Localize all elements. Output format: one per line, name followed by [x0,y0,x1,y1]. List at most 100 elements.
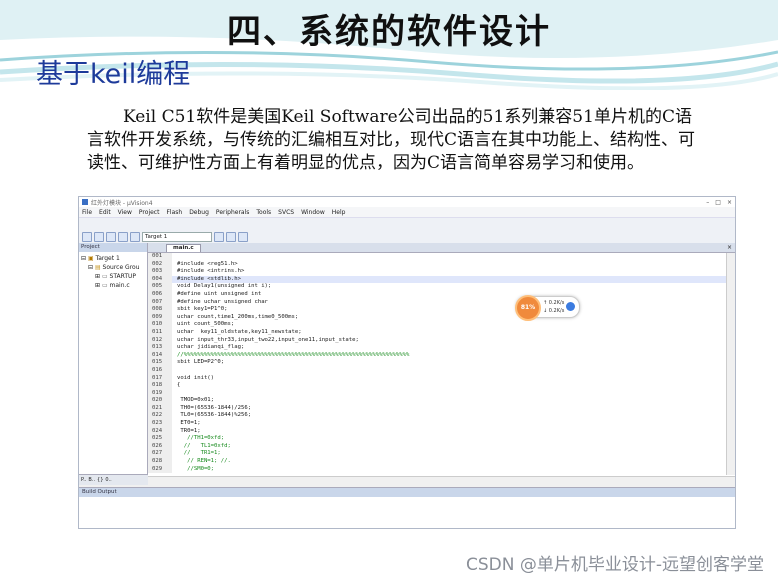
tree-item-target[interactable]: ⊟ ▣ Target 1 [81,254,147,263]
build-icon[interactable] [94,232,104,242]
code-text: TR0=1; [177,427,201,434]
code-line: 029 //SM0=0; [148,465,726,474]
code-area[interactable]: 001 002 #include <reg51.h> 003 #include <int… [148,253,726,475]
download-speed: ↓ 0.2K/s [543,308,565,314]
line-number: 028 [148,458,172,466]
tab-project[interactable]: P.. [81,475,86,485]
maximize-button[interactable]: □ [715,199,721,206]
line-number: 006 [148,290,172,299]
menu-debug[interactable]: Debug [189,209,209,216]
code-line: 006 #define uint unsigned int [148,290,726,299]
code-line: 017 void init() [148,374,726,383]
line-number: 007 [148,298,172,307]
line-number: 002 [148,260,172,269]
code-text: // REN=1; //. [177,458,231,465]
menu-flash[interactable]: Flash [166,209,182,216]
close-button[interactable]: × [727,199,732,206]
editor-close-icon[interactable]: × [727,243,732,252]
line-number: 001 [148,253,172,261]
horizontal-scrollbar[interactable] [148,476,735,485]
tab-templates[interactable]: 0.. [105,475,111,485]
code-text: //SM0=0; [177,465,215,472]
line-number: 010 [148,321,172,329]
upload-speed: ↑ 0.2K/s [543,300,565,306]
line-number: 012 [148,336,172,345]
line-number: 019 [148,389,172,398]
line-number: 029 [148,465,172,474]
options-icon[interactable] [214,232,224,242]
code-line: 015 sbit LED=P2^0; [148,359,726,367]
code-line: 004 #include <stdlib.h> [148,275,726,284]
code-text: #define uint unsigned int [177,290,262,297]
tree-item-source-group[interactable]: ⊟ ▤ Source Grou [81,263,147,272]
tab-books[interactable]: B.. [88,475,95,485]
target-select[interactable]: Target 1 [142,232,212,242]
menu-edit[interactable]: Edit [99,209,111,216]
line-number: 022 [148,412,172,421]
line-number: 005 [148,283,172,291]
menu-project[interactable]: Project [139,209,160,216]
upload-speed-value: 0.2K/s [548,300,565,306]
watermark: CSDN @单片机毕业设计-远望创客学堂 [465,555,764,575]
code-line: 013 uchar jidianqi_flag; [148,344,726,352]
line-number: 024 [148,427,172,436]
code-text: sbit key1=P1^0; [177,306,228,313]
code-line: 022 TL0=(65536-1844)%256; [148,412,726,421]
tree-item-main-c[interactable]: ⊞ ▭ main.c [81,281,147,290]
usage-ring: 81% [515,295,541,321]
project-pane-tabs: P.. B.. {} 0.. [79,474,149,485]
code-line: 021 TH0=(65536-1844)/256; [148,404,726,413]
window-titlebar: 红外灯模块 - µVision4 – □ × [79,197,735,207]
rebuild-icon[interactable] [106,232,116,242]
manage-components-icon[interactable] [226,232,236,242]
batch-build-icon[interactable] [118,232,128,242]
code-text: void init() [177,374,215,381]
menu-file[interactable]: File [82,209,92,216]
menu-help[interactable]: Help [332,209,346,216]
tree-item-startup[interactable]: ⊞ ▭ STARTUP [81,272,147,281]
line-number: 027 [148,450,172,459]
menu-window[interactable]: Window [301,209,325,216]
line-number: 018 [148,382,172,390]
code-line: 010 uint count_500ms; [148,321,726,329]
code-text: void Delay1(unsigned int i); [177,283,272,290]
code-line: 020 TMOD=0x01; [148,397,726,405]
code-line: 026 // TL1=0xfd; [148,442,726,451]
tab-functions[interactable]: {} [97,475,103,485]
code-line: 025 //TH1=0xfd; [148,435,726,443]
code-line: 019 [148,389,726,398]
line-number: 009 [148,313,172,322]
menu-view[interactable]: View [118,209,132,216]
build-output-header: Build Output [79,488,735,497]
download-icon[interactable] [130,232,140,242]
code-line: 003 #include <intrins.h> [148,268,726,276]
code-text: #include <stdlib.h> [175,275,241,284]
code-line: 009 uchar count,time1_200ms,time0_500ms; [148,313,726,322]
minimize-button[interactable]: – [706,199,709,206]
code-text: //%%%%%%%%%%%%%%%%%%%%%%%%%%%%%%%%%%%%%%… [177,351,410,358]
translate-icon[interactable] [82,232,92,242]
line-number: 014 [148,351,172,360]
network-speed-widget[interactable]: 81% ↑ 0.2K/s ↓ 0.2K/s [515,295,580,321]
line-number: 025 [148,435,172,443]
tab-main-c[interactable]: main.c [166,244,201,252]
line-number: 008 [148,306,172,314]
tree-label-main-c: main.c [109,282,130,289]
menu-svcs[interactable]: SVCS [278,209,294,216]
workspace: Project ⊟ ▣ Target 1 ⊟ ▤ Source Grou ⊞ ▭… [79,243,735,485]
accelerate-icon[interactable] [566,302,575,311]
toolbar-top [79,217,735,231]
vertical-scrollbar[interactable] [726,253,735,475]
tree-label-startup: STARTUP [109,273,137,280]
code-text: uchar input_thr33,input_two22,input_one1… [177,336,359,343]
code-text: //TH1=0xfd; [177,435,225,442]
pack-icon[interactable] [238,232,248,242]
code-editor: main.c × 001 002 #include <reg51.h> 003 #inc… [148,243,735,485]
project-pane: Project ⊟ ▣ Target 1 ⊟ ▤ Source Grou ⊞ ▭… [79,243,149,485]
code-text: #include <intrins.h> [177,268,245,275]
code-text: TL0=(65536-1844)%256; [177,412,252,419]
code-text: // TR1=1; [177,450,221,457]
menu-peripherals[interactable]: Peripherals [216,209,249,216]
menu-tools[interactable]: Tools [256,209,271,216]
line-number: 015 [148,359,172,367]
